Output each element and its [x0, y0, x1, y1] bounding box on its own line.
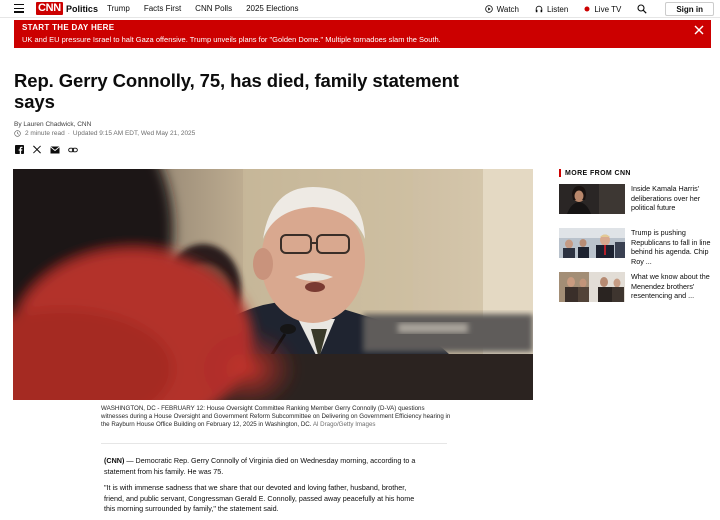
article-paragraph-2: "It is with immense sadness that we shar… — [104, 483, 415, 513]
link-icon — [68, 147, 78, 152]
rail-item-headline[interactable]: Inside Kamala Harris' deliberations over… — [631, 184, 715, 214]
start-the-day-banner[interactable]: START THE DAY HERE UK and EU pressure Is… — [14, 20, 711, 48]
thumbnail-image — [559, 272, 625, 302]
watch-button[interactable]: Watch — [484, 4, 519, 14]
headphones-icon — [535, 5, 543, 13]
listen-label: Listen — [546, 4, 569, 14]
thumbnail-image — [559, 228, 625, 258]
facebook-share-button[interactable] — [14, 145, 24, 154]
top-navigation: CNN Politics Trump Facts First CNN Polls… — [0, 0, 720, 18]
photo-image — [13, 169, 533, 400]
nav-actions: Watch Listen Live TV Sign in — [469, 2, 714, 16]
clock-icon — [14, 130, 21, 137]
listen-button[interactable]: Listen — [535, 5, 568, 14]
article-paragraph-1: (CNN) — Democratic Rep. Gerry Connolly o… — [104, 456, 424, 477]
rail-title-text: MORE FROM CNN — [565, 169, 631, 177]
banner-text[interactable]: UK and EU pressure Israel to halt Gaza o… — [22, 35, 703, 44]
rail-thumbnail[interactable] — [559, 184, 625, 214]
byline-prefix: By — [14, 121, 22, 128]
dateline: (CNN) — [104, 456, 125, 465]
rail-thumbnail[interactable] — [559, 272, 625, 302]
thumbnail-image — [559, 184, 625, 214]
cnn-logo[interactable]: CNN — [36, 2, 63, 15]
live-tv-label: Live TV — [594, 4, 622, 14]
rail-item-menendez[interactable]: What we know about the Menendez brothers… — [559, 272, 715, 302]
article-headline: Rep. Gerry Connolly, 75, has died, famil… — [14, 70, 459, 112]
updated-timestamp: Updated 9:15 AM EDT, Wed May 21, 2025 — [72, 130, 196, 137]
search-button[interactable] — [637, 4, 651, 14]
article-meta: 2 minute read · Updated 9:15 AM EDT, Wed… — [14, 130, 195, 137]
photo-caption: WASHINGTON, DC - FEBRUARY 12: House Over… — [101, 405, 451, 429]
watch-label: Watch — [496, 4, 519, 14]
paragraph-1-text: — Democratic Rep. Gerry Connolly of Virg… — [104, 456, 416, 476]
search-icon — [637, 4, 647, 14]
rail-item-headline[interactable]: What we know about the Menendez brothers… — [631, 272, 715, 302]
more-from-cnn-header: MORE FROM CNN — [559, 169, 631, 177]
share-bar — [14, 145, 78, 154]
sign-in-button[interactable]: Sign in — [665, 2, 714, 16]
email-share-button[interactable] — [50, 145, 60, 154]
live-dot-icon — [584, 6, 590, 12]
menu-icon[interactable] — [14, 4, 24, 13]
byline: By Lauren Chadwick, CNN — [14, 121, 91, 128]
photo-credit: Al Drago/Getty Images — [312, 421, 376, 428]
rail-item-trump[interactable]: Trump is pushing Republicans to fall in … — [559, 228, 715, 266]
caption-text: WASHINGTON, DC - FEBRUARY 12: House Over… — [101, 405, 451, 428]
x-icon — [33, 145, 41, 154]
section-name[interactable]: Politics — [66, 4, 98, 14]
nav-link-facts-first[interactable]: Facts First — [144, 4, 181, 13]
caption-divider — [101, 443, 447, 444]
play-circle-icon — [484, 5, 493, 13]
nav-links: Trump Facts First CNN Polls 2025 Electio… — [107, 4, 299, 13]
cnn-politics-logo[interactable]: CNN Politics — [36, 2, 98, 15]
rail-thumbnail[interactable] — [559, 228, 625, 258]
author-link[interactable]: Lauren Chadwick, CNN — [23, 121, 91, 128]
nav-link-cnn-polls[interactable]: CNN Polls — [195, 4, 232, 13]
facebook-icon — [14, 145, 24, 154]
x-share-button[interactable] — [32, 145, 42, 154]
live-tv-button[interactable]: Live TV — [584, 5, 621, 14]
nav-link-2025-elections[interactable]: 2025 Elections — [246, 4, 298, 13]
header-accent-bar — [559, 169, 561, 177]
banner-title: START THE DAY HERE — [22, 23, 115, 32]
close-icon[interactable] — [693, 24, 705, 36]
rail-item-harris[interactable]: Inside Kamala Harris' deliberations over… — [559, 184, 715, 214]
copy-link-button[interactable] — [68, 145, 78, 154]
nav-link-trump[interactable]: Trump — [107, 4, 130, 13]
rail-item-headline[interactable]: Trump is pushing Republicans to fall in … — [631, 228, 715, 266]
read-time: 2 minute read — [25, 130, 65, 137]
article-main-photo — [13, 169, 533, 400]
email-icon — [50, 145, 60, 153]
